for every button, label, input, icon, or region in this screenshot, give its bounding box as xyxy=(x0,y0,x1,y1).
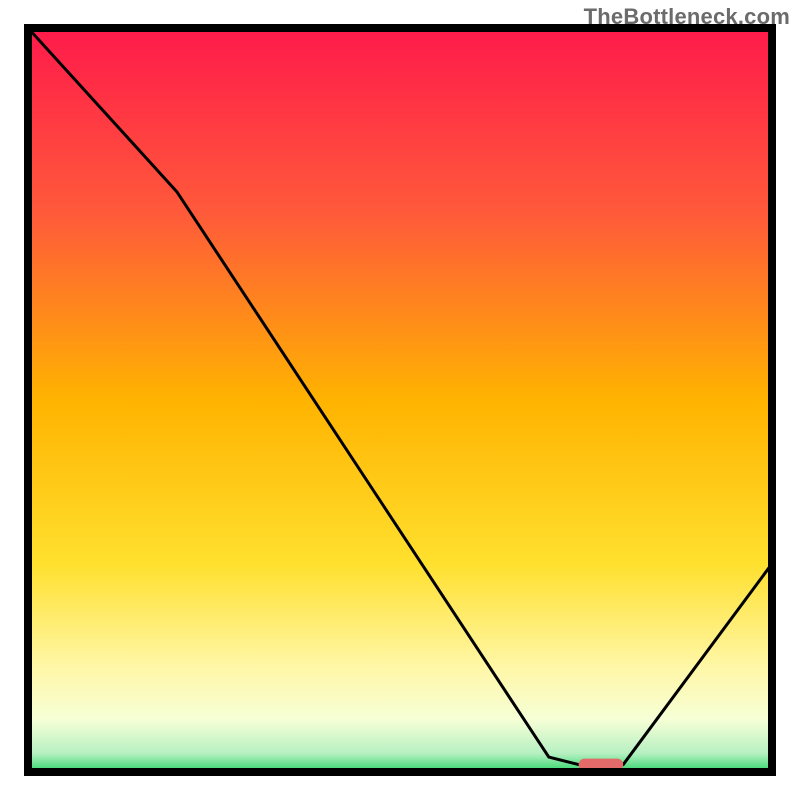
chart-background xyxy=(28,28,772,772)
watermark-text: TheBottleneck.com xyxy=(584,4,790,30)
bottleneck-chart xyxy=(0,0,800,800)
